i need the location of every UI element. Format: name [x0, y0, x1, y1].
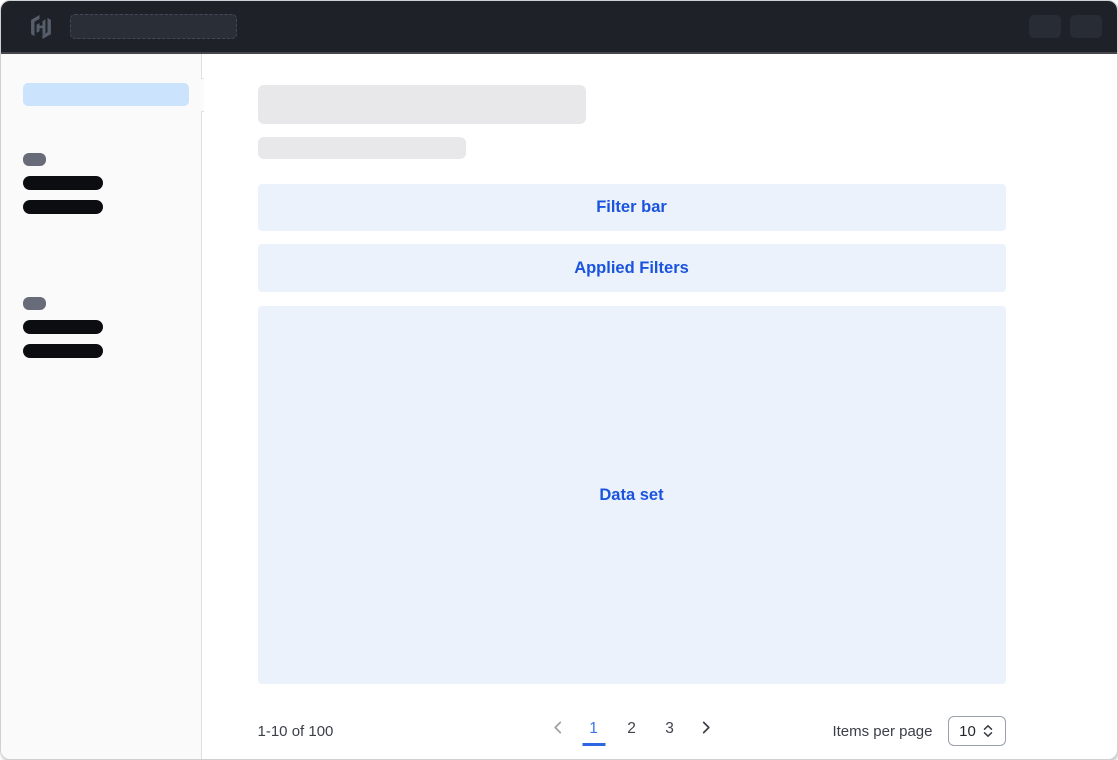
nav-action-skeleton-1: [1029, 15, 1061, 38]
chevron-right-icon[interactable]: [696, 714, 715, 741]
hashicorp-logo-icon: [29, 15, 53, 39]
filter-bar-region[interactable]: Filter bar: [258, 184, 1006, 231]
app-window: Filter bar Applied Filters Data set 1-10…: [0, 0, 1118, 760]
main-content: Filter bar Applied Filters Data set 1-10…: [204, 54, 1118, 759]
top-nav-bar: [1, 1, 1117, 54]
top-nav-actions: [1029, 15, 1102, 38]
select-caret-icon: [982, 724, 994, 738]
applied-filters-region[interactable]: Applied Filters: [258, 244, 1006, 292]
items-per-page-label: Items per page: [832, 723, 932, 740]
pager: 1 2 3: [548, 714, 715, 748]
sidenav-section-label-skeleton-1: [23, 153, 46, 166]
sidenav-active-item-skeleton: [23, 83, 189, 106]
side-nav: [1, 54, 202, 759]
nav-search-skeleton: [70, 14, 237, 39]
items-per-page-control: Items per page 10: [832, 716, 1005, 746]
pagination-range-text: 1-10 of 100: [258, 723, 334, 740]
sidenav-item-skeleton-2: [23, 200, 103, 214]
nav-action-skeleton-2: [1070, 15, 1102, 38]
sidenav-section-label-skeleton-2: [23, 297, 46, 310]
pagination-bar: 1-10 of 100 1 2 3 Items per page 10: [258, 714, 1006, 748]
sidenav-item-skeleton-1: [23, 176, 103, 190]
sidenav-item-skeleton-3: [23, 320, 103, 334]
page-subtitle-skeleton: [258, 137, 466, 159]
chevron-left-icon[interactable]: [548, 714, 567, 741]
page-title-skeleton: [258, 85, 586, 124]
data-set-label: Data set: [599, 486, 663, 505]
filter-bar-label: Filter bar: [596, 198, 667, 217]
applied-filters-label: Applied Filters: [574, 259, 689, 278]
items-per-page-value: 10: [959, 723, 976, 740]
page-button-3[interactable]: 3: [658, 714, 681, 746]
sidenav-item-skeleton-4: [23, 344, 103, 358]
items-per-page-select[interactable]: 10: [948, 716, 1006, 746]
page-button-1[interactable]: 1: [582, 714, 605, 746]
page-button-2[interactable]: 2: [620, 714, 643, 746]
data-set-region[interactable]: Data set: [258, 306, 1006, 684]
